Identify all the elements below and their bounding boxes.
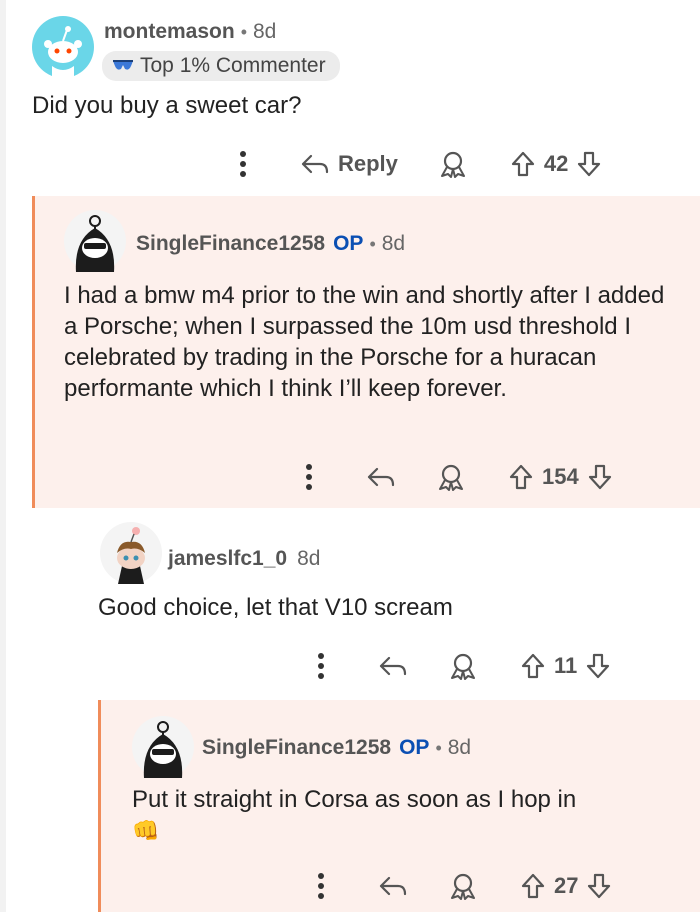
downvote-arrow-icon	[578, 151, 601, 177]
op-badge: OP	[399, 736, 430, 759]
comment-meta: montemason • 8d	[104, 20, 276, 44]
downvote-arrow-icon	[588, 464, 611, 490]
comment-body: Did you buy a sweet car?	[32, 92, 302, 119]
award-icon	[440, 151, 465, 178]
hooded-snoo-avatar-icon	[64, 210, 126, 272]
snoo-avatar-icon	[32, 16, 94, 78]
username[interactable]: SingleFinance1258	[202, 736, 391, 760]
comment-actions: 11	[318, 652, 611, 680]
username[interactable]: SingleFinance1258	[136, 232, 325, 256]
user-flair: Top 1% Commenter	[102, 51, 340, 81]
more-options-icon[interactable]	[318, 873, 324, 899]
reply-arrow-icon	[367, 467, 395, 487]
more-options-icon[interactable]	[240, 151, 246, 177]
upvote-arrow-icon	[521, 653, 545, 679]
separator-dot: •	[369, 233, 376, 254]
thread-gutter	[0, 0, 6, 912]
reply-label: Reply	[338, 151, 398, 176]
comment-body: Good choice, let that V10 scream	[98, 594, 453, 621]
upvote-button[interactable]	[520, 872, 546, 900]
downvote-button[interactable]	[586, 872, 612, 900]
avatar[interactable]	[64, 210, 126, 272]
upvote-arrow-icon	[509, 464, 533, 490]
flair-text: Top 1% Commenter	[140, 54, 326, 77]
thread-line[interactable]	[32, 196, 35, 508]
separator-dot: •	[240, 21, 247, 42]
timestamp: 8d	[381, 232, 406, 255]
award-button[interactable]	[438, 150, 468, 178]
award-icon	[439, 464, 463, 491]
award-button[interactable]	[436, 463, 466, 491]
avatar[interactable]	[100, 522, 162, 584]
username[interactable]: jameslfc1_0	[168, 547, 287, 571]
comment-actions: Reply 42	[240, 150, 602, 178]
avatar[interactable]	[32, 16, 94, 78]
downvote-arrow-icon	[588, 873, 611, 899]
upvote-button[interactable]	[508, 463, 534, 491]
thread-line[interactable]	[98, 700, 101, 912]
more-options-icon[interactable]	[318, 653, 324, 679]
vote-count: 27	[554, 873, 579, 898]
vote-count: 11	[554, 653, 578, 678]
reply-button[interactable]	[378, 875, 408, 897]
comment-body: I had a bmw m4 prior to the win and shor…	[64, 282, 665, 402]
downvote-arrow-icon	[587, 653, 610, 679]
comment-actions: 27	[318, 872, 612, 900]
upvote-button[interactable]	[510, 150, 536, 178]
reply-button[interactable]	[378, 655, 408, 677]
username[interactable]: montemason	[104, 20, 235, 44]
award-icon	[451, 653, 475, 680]
timestamp: 8d	[447, 736, 472, 759]
more-options-icon[interactable]	[306, 464, 312, 490]
upvote-button[interactable]	[520, 652, 546, 680]
reply-button[interactable]: Reply	[300, 151, 398, 177]
reply-arrow-icon	[379, 876, 407, 896]
hooded-snoo-avatar-icon	[132, 716, 194, 778]
sunglasses-icon	[113, 60, 133, 70]
downvote-button[interactable]	[585, 652, 611, 680]
vote-count: 42	[543, 151, 569, 176]
comment-body: Put it straight in Corsa as soon as I ho…	[132, 786, 577, 813]
reply-button[interactable]	[366, 466, 396, 488]
timestamp: 8d	[253, 20, 277, 43]
upvote-arrow-icon	[521, 873, 545, 899]
separator-dot: •	[435, 737, 442, 758]
fist-bump-emoji: 👊	[132, 818, 160, 843]
upvote-arrow-icon	[511, 151, 535, 177]
downvote-button[interactable]	[576, 150, 602, 178]
vote-count: 154	[542, 464, 579, 489]
comment-meta: jameslfc1_0 8d	[168, 547, 320, 571]
avatar[interactable]	[132, 716, 194, 778]
award-button[interactable]	[448, 652, 478, 680]
reply-arrow-icon	[379, 656, 407, 676]
reply-arrow-icon	[301, 154, 329, 174]
award-button[interactable]	[448, 872, 478, 900]
comment-meta: SingleFinance1258 OP • 8d	[202, 736, 471, 760]
comment-meta: SingleFinance1258 OP • 8d	[136, 232, 405, 256]
snoo-avatar-icon	[100, 522, 162, 584]
award-icon	[451, 873, 475, 900]
timestamp: 8d	[297, 547, 321, 570]
comment-actions: 154	[306, 463, 613, 491]
downvote-button[interactable]	[587, 463, 613, 491]
op-badge: OP	[333, 232, 364, 255]
